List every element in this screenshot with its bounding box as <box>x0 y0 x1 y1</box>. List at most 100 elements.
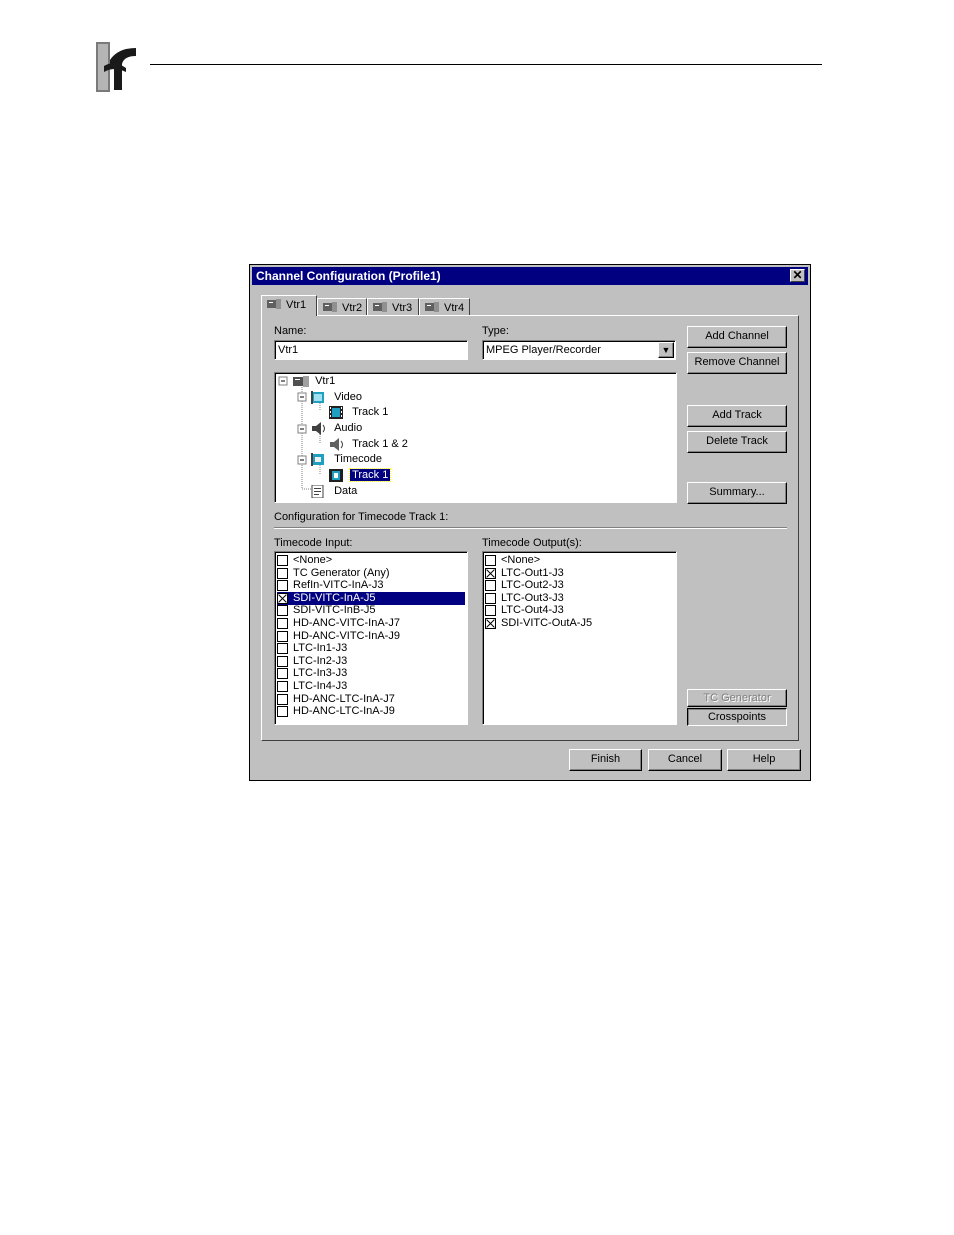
channel-configuration-dialog: Channel Configuration (Profile1) ✕ Vtr1 … <box>249 264 811 781</box>
tree-item-timecode-track1[interactable]: Track 1 <box>329 468 392 482</box>
tab-vtr4[interactable]: Vtr4 <box>419 298 470 316</box>
tree-item-audio[interactable]: Audio <box>311 421 362 435</box>
tree-item-label: Track 1 <box>352 406 389 418</box>
tree-item-video[interactable]: Video <box>311 390 362 404</box>
checkbox[interactable] <box>277 668 288 680</box>
checkbox[interactable] <box>277 580 288 592</box>
tc-generator-button[interactable]: TC Generator <box>687 689 787 707</box>
list-item-label: HD-ANC-VITC-InA-J7 <box>293 617 400 629</box>
checkbox[interactable] <box>485 592 496 604</box>
list-item[interactable]: SDI-VITC-InA-J5 <box>277 591 465 605</box>
timecode-icon <box>311 452 324 466</box>
timecode-output-label: Timecode Output(s): <box>482 537 582 549</box>
add-track-button[interactable]: Add Track <box>687 405 787 427</box>
checkbox[interactable] <box>277 643 288 655</box>
checkbox[interactable] <box>277 630 288 642</box>
timecode-track-icon <box>329 468 343 482</box>
vtr-icon <box>323 302 337 312</box>
list-item-label: LTC-In2-J3 <box>293 654 348 667</box>
close-icon: ✕ <box>792 268 803 282</box>
type-label: Type: <box>482 325 509 337</box>
checkbox[interactable] <box>485 567 496 579</box>
list-item-label: SDI-VITC-InB-J5 <box>293 604 376 617</box>
checkbox[interactable] <box>277 693 288 705</box>
tree-item-audio-track[interactable]: Track 1 & 2 <box>329 437 408 451</box>
chevron-down-icon: ▼ <box>661 345 671 355</box>
finish-button[interactable]: Finish <box>569 749 642 771</box>
separator <box>274 527 787 529</box>
name-value: Vtr1 <box>278 344 299 356</box>
checkbox[interactable] <box>277 618 288 629</box>
delete-track-button[interactable]: Delete Track <box>687 431 787 453</box>
channel-tree[interactable]: Vtr1 Video Track 1 Audio Track 1 & 2 Tim… <box>274 372 677 503</box>
data-icon <box>311 484 324 499</box>
checkbox[interactable] <box>485 555 496 566</box>
tree-item-label: Video <box>334 391 362 403</box>
video-icon <box>311 390 324 404</box>
checkbox[interactable] <box>485 580 496 592</box>
tab-vtr1[interactable]: Vtr1 <box>261 295 317 316</box>
list-item-label: SDI-VITC-OutA-J5 <box>501 617 593 629</box>
checkbox[interactable] <box>277 706 288 718</box>
tree-item-label: Track 1 <box>349 468 392 482</box>
checkbox[interactable] <box>277 681 288 692</box>
type-select[interactable]: MPEG Player/Recorder ▼ <box>482 340 676 360</box>
list-item-label: RefIn-VITC-InA-J3 <box>293 579 384 592</box>
cancel-button[interactable]: Cancel <box>648 749 722 771</box>
list-item-label: LTC-Out2-J3 <box>501 579 564 592</box>
list-item-label: LTC-In3-J3 <box>293 667 348 680</box>
list-item-label: HD-ANC-LTC-InA-J9 <box>293 705 395 718</box>
checkbox[interactable] <box>277 555 288 566</box>
checkbox[interactable] <box>277 655 288 667</box>
name-input[interactable]: Vtr1 <box>274 340 468 360</box>
vtr-icon <box>373 302 387 312</box>
close-button[interactable]: ✕ <box>790 269 805 282</box>
checkbox[interactable] <box>277 605 288 617</box>
tab-vtr2[interactable]: Vtr2 <box>317 298 367 316</box>
list-item-label: <None> <box>501 554 541 566</box>
list-item-label: LTC-In4-J3 <box>293 680 348 692</box>
speaker-track-icon <box>330 437 343 451</box>
tree-item-video-track1[interactable]: Track 1 <box>329 405 388 419</box>
checkbox[interactable] <box>277 567 288 579</box>
config-label: Configuration for Timecode Track 1: <box>274 511 449 523</box>
tab-label: Vtr4 <box>444 302 465 314</box>
summary-button[interactable]: Summary... <box>687 482 787 504</box>
checkbox[interactable] <box>485 605 496 617</box>
type-dropdown-button[interactable]: ▼ <box>658 342 674 358</box>
list-item-label: SDI-VITC-InA-J5 <box>292 591 377 605</box>
vtr-icon <box>425 302 439 312</box>
company-logo <box>96 42 138 92</box>
timecode-input-list[interactable]: <None> TC Generator (Any) RefIn-VITC-InA-J… <box>274 551 468 725</box>
tree-item-label: Audio <box>334 422 363 434</box>
remove-channel-button[interactable]: Remove Channel <box>687 352 787 374</box>
tree-item-vtr1[interactable]: Vtr1 <box>293 374 335 388</box>
help-button[interactable]: Help <box>727 749 801 771</box>
list-item-label: LTC-Out3-J3 <box>501 591 564 604</box>
name-label: Name: <box>274 325 307 337</box>
tab-label: Vtr1 <box>286 299 307 311</box>
list-item-label: LTC-In1-J3 <box>293 642 348 655</box>
tree-item-data[interactable]: Data <box>311 484 357 499</box>
crosspoints-button[interactable]: Crosspoints <box>687 708 787 726</box>
tab-vtr3[interactable]: Vtr3 <box>367 298 419 316</box>
vtr-icon <box>267 299 281 309</box>
list-item-label: HD-ANC-VITC-InA-J9 <box>293 629 400 642</box>
tree-item-timecode[interactable]: Timecode <box>311 452 382 466</box>
list-item-label: LTC-Out1-J3 <box>501 566 564 579</box>
list-item-label: LTC-Out4-J3 <box>501 604 564 617</box>
dialog-title: Channel Configuration (Profile1) <box>256 269 441 283</box>
checkbox[interactable] <box>485 618 496 629</box>
tree-item-label: Timecode <box>334 453 382 465</box>
add-channel-button[interactable]: Add Channel <box>687 326 787 348</box>
timecode-output-list[interactable]: <None> LTC-Out1-J3 LTC-Out2-J3 LTC-Out3-J3 L… <box>482 551 677 725</box>
tab-label: Vtr2 <box>342 302 363 314</box>
header-rule <box>150 64 822 65</box>
title-bar[interactable]: Channel Configuration (Profile1) ✕ <box>252 267 808 285</box>
tree-item-label: Track 1 & 2 <box>352 438 408 450</box>
checkbox[interactable] <box>277 592 288 604</box>
timecode-input-label: Timecode Input: <box>274 537 353 549</box>
list-item-label: TC Generator (Any) <box>293 566 390 579</box>
film-track-icon <box>329 405 343 419</box>
tree-item-label: Vtr1 <box>315 375 336 387</box>
